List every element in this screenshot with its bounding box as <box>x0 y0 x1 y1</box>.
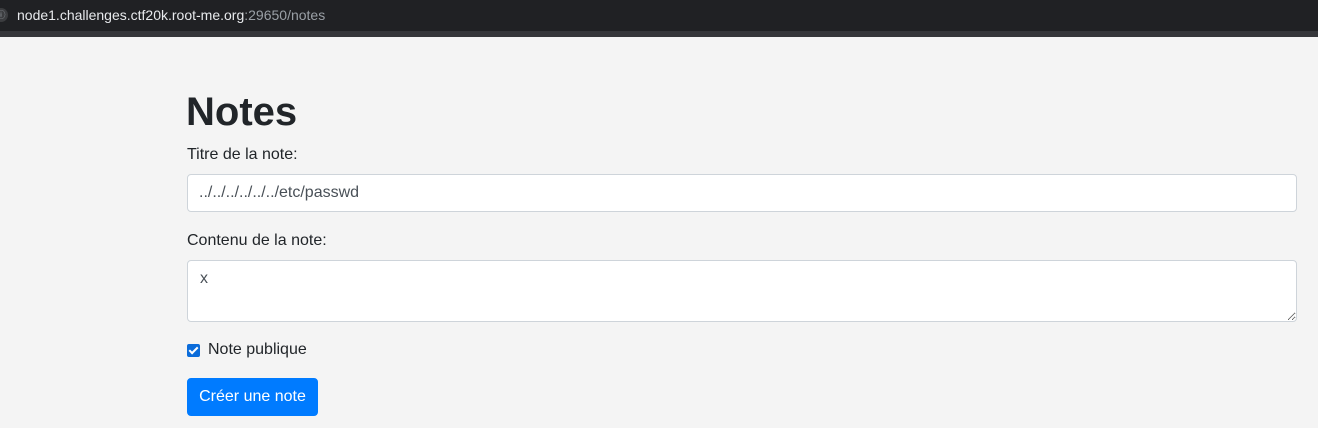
note-title-label: Titre de la note: <box>187 146 298 163</box>
public-note-label[interactable]: Note publique <box>208 340 307 360</box>
url-path: :29650/notes <box>244 7 326 23</box>
page-title: Notes <box>186 90 298 134</box>
url-field[interactable]: node1.challenges.ctf20k.root-me.org:2965… <box>17 6 325 24</box>
public-note-checkbox[interactable] <box>187 343 200 357</box>
info-icon[interactable]: ⓘ <box>0 8 8 22</box>
url-host: node1.challenges.ctf20k.root-me.org <box>17 7 245 23</box>
browser-address-bar: ⓘ node1.challenges.ctf20k.root-me.org:29… <box>0 0 1318 37</box>
note-content-textarea[interactable]: x <box>187 260 1297 322</box>
public-note-option: Note publique <box>187 340 307 360</box>
note-title-input[interactable] <box>187 174 1297 212</box>
note-content-label: Contenu de la note: <box>187 232 327 249</box>
create-note-button[interactable]: Créer une note <box>187 378 318 416</box>
